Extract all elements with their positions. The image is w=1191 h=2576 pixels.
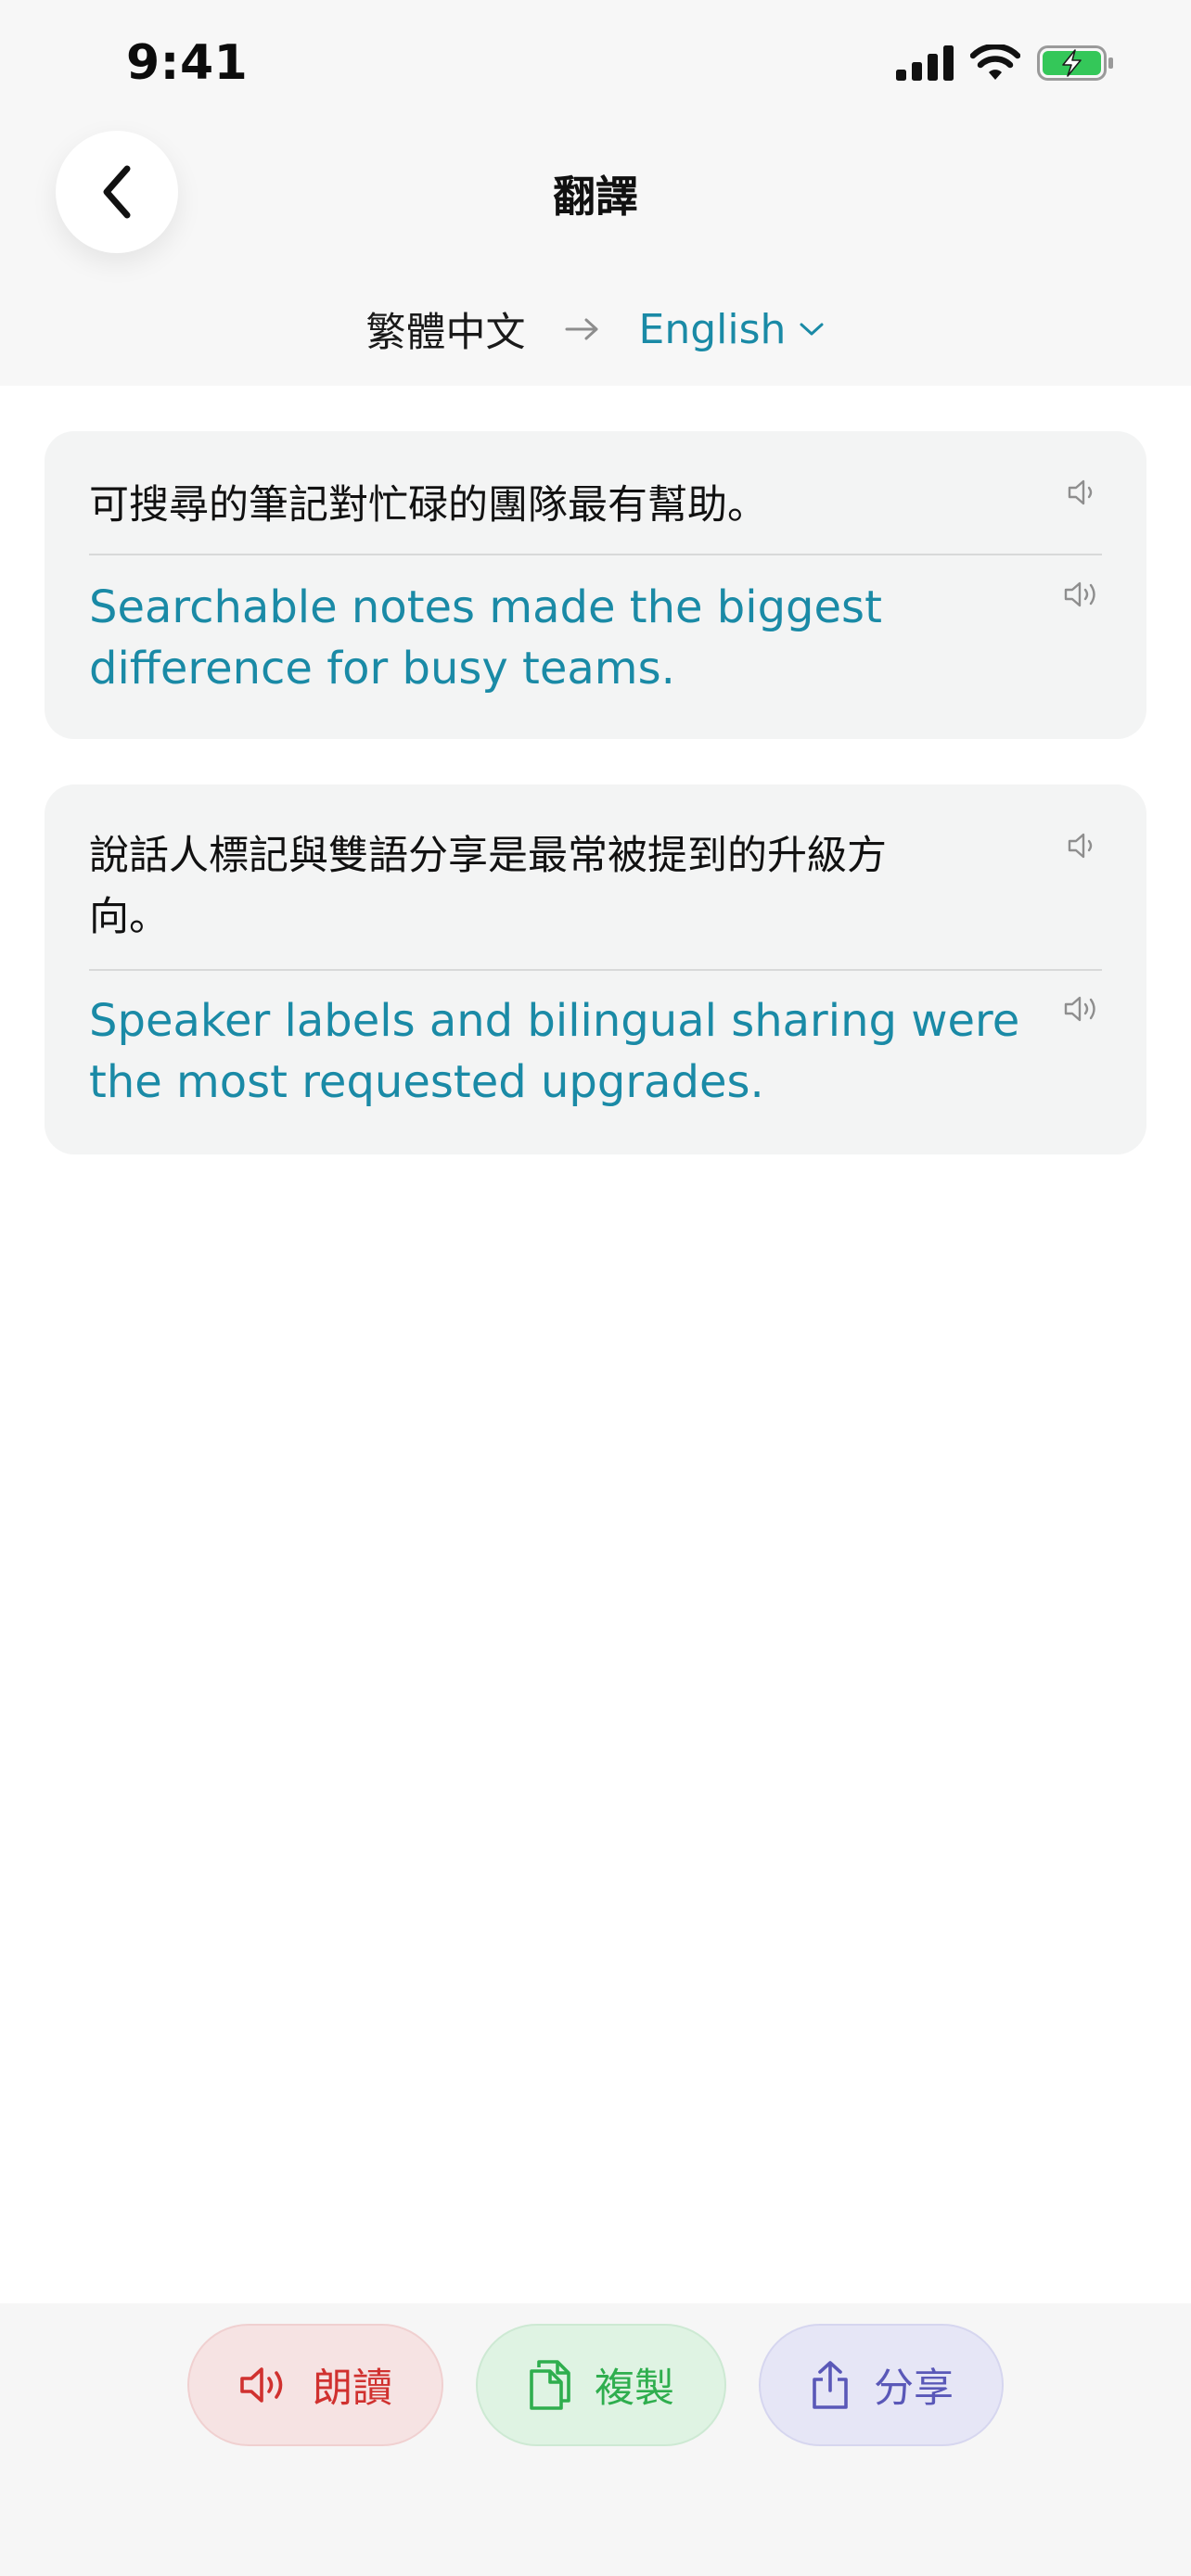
translation-speak-button[interactable] [1061, 572, 1106, 617]
share-icon [813, 2361, 848, 2409]
language-bar: 繁體中文 English [0, 300, 1191, 358]
read-aloud-label: 朗讀 [313, 2366, 392, 2412]
wifi-icon [970, 45, 1020, 80]
card-divider [89, 554, 1102, 555]
source-speak-button[interactable] [1061, 470, 1106, 515]
chevron-down-icon [800, 323, 824, 336]
battery-charging-icon [1037, 45, 1113, 81]
speaker-icon [1068, 833, 1093, 859]
page-title: 翻譯 [553, 172, 638, 222]
translated-text: Searchable notes made the biggest differ… [89, 581, 882, 695]
source-speak-button[interactable] [1061, 823, 1106, 868]
speaker-icon [1068, 479, 1093, 505]
signal-icon [896, 45, 954, 81]
target-language-selector[interactable]: English [639, 306, 826, 353]
translation-card: 說話人標記與雙語分享是最常被提到的升級方向。 Speaker labels an… [45, 784, 1146, 1154]
status-time: 9:41 [126, 35, 249, 91]
read-aloud-button[interactable]: 朗讀 [187, 2324, 443, 2446]
translation-card: 可搜尋的筆記對忙碌的團隊最有幫助。 Searchable notes made … [45, 431, 1146, 739]
translated-text: Speaker labels and bilingual sharing wer… [89, 995, 1020, 1108]
source-text: 可搜尋的筆記對忙碌的團隊最有幫助。 [89, 482, 767, 529]
card-divider [89, 969, 1102, 971]
share-button[interactable]: 分享 [759, 2324, 1004, 2446]
share-label: 分享 [874, 2366, 954, 2412]
source-text: 說話人標記與雙語分享是最常被提到的升級方向。 [89, 833, 887, 940]
speaker-wave-icon [240, 2367, 283, 2403]
status-icons [896, 45, 1115, 82]
copy-label: 複製 [595, 2366, 674, 2412]
copy-document-icon [530, 2360, 570, 2410]
arrow-right-icon [565, 317, 600, 341]
target-language-label: English [638, 305, 787, 353]
source-language: 繁體中文 [365, 310, 526, 356]
copy-button[interactable]: 複製 [476, 2324, 726, 2446]
speaker-wave-icon [1064, 581, 1095, 607]
translation-speak-button[interactable] [1061, 987, 1106, 1031]
speaker-wave-icon [1064, 996, 1095, 1022]
